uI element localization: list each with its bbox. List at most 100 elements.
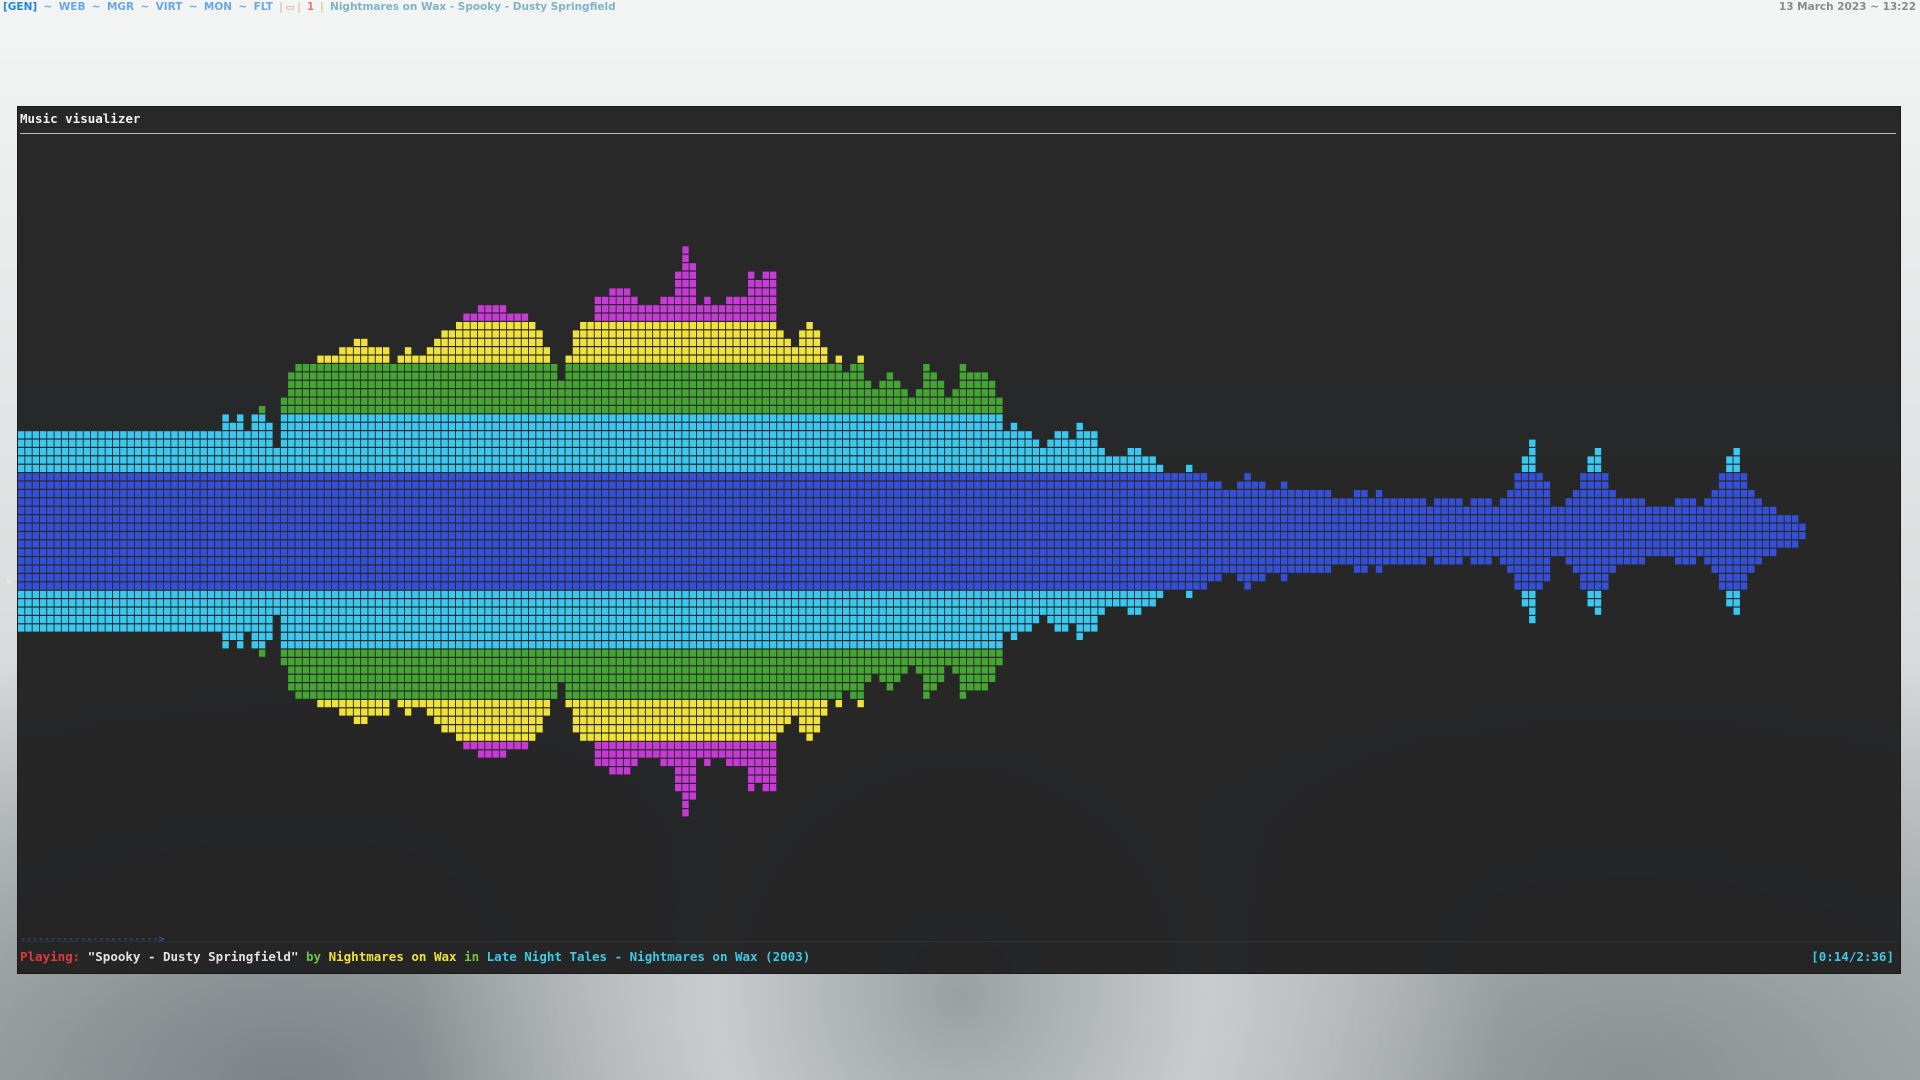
workspace-gen[interactable]: [GEN] <box>3 1 37 13</box>
visualizer-cell <box>791 347 799 355</box>
active-window-title[interactable]: Nightmares on Wax - Spooky - Dusty Sprin… <box>330 1 616 13</box>
visualizer-cell <box>682 649 689 657</box>
terminal-window[interactable]: ▼ Music visualizer ---------------------… <box>6 107 1900 973</box>
visualizer-cell <box>704 649 711 657</box>
visualizer-cell <box>602 641 609 649</box>
visualizer-cell <box>696 565 704 573</box>
visualizer-cell <box>426 557 434 565</box>
visualizer-cell <box>769 616 777 624</box>
visualizer-cell <box>426 532 434 540</box>
visualizer-cell <box>105 498 112 506</box>
visualizer-cell <box>609 691 616 699</box>
visualizer-cell <box>762 439 769 447</box>
visualizer-cell <box>302 364 310 372</box>
visualizer-cell <box>521 422 529 430</box>
visualizer-cell <box>32 498 39 506</box>
visualizer-cell <box>726 523 733 531</box>
workspace-web[interactable]: WEB <box>59 1 86 13</box>
visualizer-cell <box>492 456 499 464</box>
visualizer-cell <box>361 372 368 380</box>
visualizer-cell <box>419 380 426 388</box>
visualizer-cell <box>623 758 631 766</box>
visualizer-cell <box>769 649 777 657</box>
visualizer-cell <box>711 498 718 506</box>
visualizer-cell <box>696 666 704 674</box>
visualizer-cell <box>426 372 434 380</box>
visualizer-cell <box>485 439 492 447</box>
visualizer-cell <box>821 406 828 414</box>
visualizer-cell <box>419 456 426 464</box>
visualizer-cell <box>193 532 200 540</box>
visualizer-cell <box>726 397 733 405</box>
visualizer-cell <box>244 523 251 531</box>
visualizer-cell <box>310 557 317 565</box>
visualizer-cell <box>726 322 733 330</box>
visualizer-cell <box>426 515 434 523</box>
visualizer-cell <box>645 431 653 439</box>
visualizer-cell <box>842 666 850 674</box>
visualizer-cell <box>149 582 156 590</box>
visualizer-cell <box>441 557 448 565</box>
visualizer-cell <box>149 456 156 464</box>
visualizer-cell <box>456 515 463 523</box>
visualizer-cell <box>353 540 361 548</box>
visualizer-cell <box>324 380 331 388</box>
visualizer-cell <box>769 481 777 489</box>
visualizer-cell <box>828 464 835 472</box>
visualizer-cell <box>864 557 872 565</box>
visualizer-cell <box>266 456 273 464</box>
visualizer-bar <box>171 431 178 632</box>
visualizer-cell <box>434 599 441 607</box>
visualizer-cell <box>295 624 302 632</box>
visualizer-cell <box>529 590 536 598</box>
visualizer-cell <box>185 565 193 573</box>
visualizer-cell <box>675 733 682 741</box>
visualizer-cell <box>550 372 558 380</box>
visualizer-cell <box>339 649 346 657</box>
visualizer-cell <box>244 599 251 607</box>
visualizer-cell <box>266 490 273 498</box>
visualizer-cell <box>207 464 215 472</box>
visualizer-cell <box>521 674 529 682</box>
visualizer-cell <box>499 565 507 573</box>
visualizer-cell <box>507 574 514 582</box>
visualizer-cell <box>434 439 441 447</box>
visualizer-cell <box>91 574 98 582</box>
visualizer-cell <box>25 523 32 531</box>
visualizer-cell <box>653 338 660 346</box>
visualizer-cell <box>733 305 740 313</box>
workspace-mon[interactable]: MON <box>204 1 232 13</box>
visualizer-cell <box>54 565 61 573</box>
visualizer-cell <box>791 506 799 514</box>
visualizer-cell <box>83 431 91 439</box>
visualizer-cell <box>368 364 375 372</box>
visualizer-cell <box>536 700 543 708</box>
visualizer-cell <box>682 330 689 338</box>
visualizer-cell <box>295 372 302 380</box>
visualizer-cell <box>448 330 456 338</box>
visualizer-cell <box>726 725 733 733</box>
visualizer-cell <box>748 422 755 430</box>
visualizer-cell <box>499 716 507 724</box>
visualizer-cell <box>594 448 602 456</box>
workspace-flt[interactable]: FLT <box>254 1 273 13</box>
visualizer-cell <box>587 498 594 506</box>
visualizer-cell <box>704 624 711 632</box>
visualizer-cell <box>353 464 361 472</box>
visualizer-cell <box>711 523 718 531</box>
workspace-mgr[interactable]: MGR <box>107 1 134 13</box>
visualizer-cell <box>762 691 769 699</box>
visualizer-cell <box>623 456 631 464</box>
visualizer-cell <box>361 683 368 691</box>
visualizer-cell <box>61 548 69 556</box>
visualizer-cell <box>419 700 426 708</box>
visualizer-cell <box>835 666 842 674</box>
visualizer-cell <box>441 498 448 506</box>
workspace-virt[interactable]: VIRT <box>156 1 183 13</box>
visualizer-cell <box>244 590 251 598</box>
visualizer-cell <box>828 406 835 414</box>
visualizer-cell <box>718 338 726 346</box>
visualizer-cell <box>346 565 353 573</box>
visualizer-cell <box>799 565 806 573</box>
visualizer-cell <box>419 422 426 430</box>
